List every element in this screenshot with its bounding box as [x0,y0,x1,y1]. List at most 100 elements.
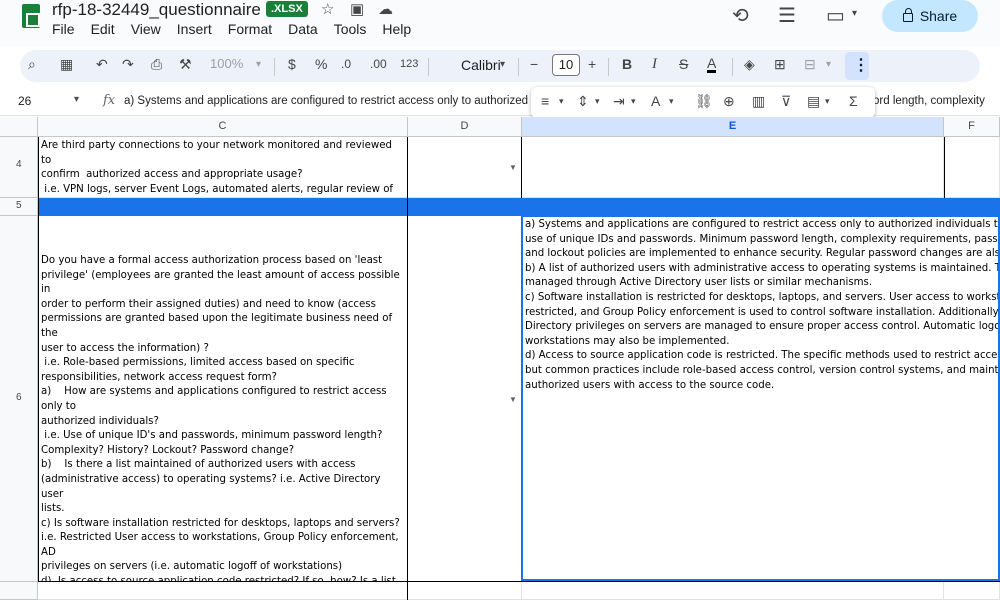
document-title[interactable]: rfp-18-32449_questionnaire [52,0,261,20]
menu-data[interactable]: Data [288,21,318,37]
column-header-d[interactable]: D [408,117,522,137]
italic-button[interactable]: I [652,56,657,73]
filter-icon[interactable]: ⊽ [781,93,791,110]
cell-border [38,581,1000,582]
print-icon[interactable]: ⎙ [151,56,162,73]
highlighted-row-5[interactable] [38,198,1000,216]
file-type-badge: .XLSX [266,1,308,17]
row-header-5[interactable]: 5 [0,198,38,216]
cell-e4[interactable] [522,137,944,198]
more-formats-button[interactable]: 123 [400,58,418,70]
cell-d7[interactable] [408,582,522,600]
dropdown-arrow-icon[interactable]: ▼ [509,395,517,404]
chevron-down-icon[interactable]: ▾ [825,96,830,107]
cell-c4[interactable]: Are third party connections to your netw… [38,137,408,198]
chevron-down-icon[interactable]: ▾ [595,96,600,107]
dropdown-arrow-icon[interactable]: ▼ [509,163,517,172]
row-header-4[interactable]: 4 [0,137,38,198]
column-header-c[interactable]: C [38,117,408,137]
cell-f4[interactable] [944,137,1000,198]
floating-toolbar: ≡ ▾ ⇕ ▾ ⇥ ▾ A ▾ ⛓ ⊕ ▥ ⊽ ▤ ▾ Σ [531,87,875,118]
comments-icon[interactable]: ☰ [778,3,796,28]
move-folder-icon[interactable]: ▣ [350,0,364,18]
sheets-logo-icon[interactable] [22,4,40,28]
row-header-7[interactable] [0,582,38,600]
functions-icon[interactable]: Σ [849,93,858,109]
font-size-input[interactable]: 10 [552,54,580,76]
main-toolbar: ⌕ ▦ ↶ ↷ ⎙ ⚒ 100% ▾ $ % .0 .00 123 Calibr… [20,50,980,82]
more-options-button[interactable] [845,52,869,80]
menu-format[interactable]: Format [228,21,272,37]
cell-d4[interactable] [408,137,522,198]
cell-c4-text: Are third party connections to your netw… [41,140,394,195]
column-header-f[interactable]: F [944,117,1000,137]
star-icon[interactable]: ☆ [321,0,334,18]
share-label: Share [919,8,958,24]
menu-tools[interactable]: Tools [334,21,367,37]
fx-icon: fx [103,93,116,108]
text-rotation-icon[interactable]: A [651,93,660,109]
currency-button[interactable]: $ [288,56,296,72]
horizontal-align-icon[interactable]: ≡ [541,93,549,109]
font-family-select[interactable]: Calibri [461,57,501,73]
vertical-align-icon[interactable]: ⇕ [577,93,589,110]
text-wrapping-icon[interactable]: ⇥ [613,93,625,110]
menu-insert[interactable]: Insert [177,21,212,37]
cloud-status-icon[interactable]: ☁ [378,0,393,18]
formula-input[interactable]: a) Systems and applications are configur… [124,95,532,107]
decrease-decimal-button[interactable]: .0 [341,57,351,71]
menu-file[interactable]: File [52,21,75,37]
menu-view[interactable]: View [131,21,161,37]
cell-f7[interactable] [944,582,1000,600]
merge-cells-icon[interactable]: ⊟ [804,56,816,73]
merge-chevron-icon[interactable]: ▾ [826,59,831,70]
zoom-select[interactable]: 100% [210,56,243,71]
font-size-decrease-button[interactable]: − [530,56,538,72]
app-header: rfp-18-32449_questionnaire .XLSX ☆ ▣ ☁ F… [0,0,1000,46]
text-color-button[interactable]: A [707,56,717,73]
chevron-down-icon[interactable]: ▾ [852,8,857,19]
chevron-down-icon[interactable]: ▾ [631,96,636,107]
paint-format-icon[interactable]: ⚒ [179,56,192,73]
cell-c6[interactable]: Do you have a formal access authorizatio… [38,216,408,582]
menu-help[interactable]: Help [382,21,411,37]
toolbar-divider [732,58,733,76]
version-history-icon[interactable]: ⟲ [732,3,749,28]
fill-color-icon[interactable]: ◈ [744,56,755,73]
insert-chart-icon[interactable]: ▥ [752,93,765,110]
filter-views-icon[interactable]: ▤ [807,93,820,110]
undo-icon[interactable]: ↶ [96,56,108,73]
toolbar-divider [274,58,275,76]
row-header-6[interactable]: 6 [0,216,38,582]
cell-c7[interactable] [38,582,408,600]
redo-icon[interactable]: ↷ [122,56,134,73]
insert-link-icon[interactable]: ⛓ [695,93,713,110]
cell-d6[interactable] [408,216,522,582]
select-all-corner[interactable] [0,117,38,137]
search-menus-icon[interactable]: ⌕ [28,56,36,73]
toolbar-divider [428,58,429,76]
font-chevron-icon[interactable]: ▾ [500,59,505,70]
borders-icon[interactable]: ⊞ [774,56,786,73]
name-box-chevron-icon[interactable]: ▾ [74,94,79,105]
cell-e7[interactable] [522,582,944,600]
chevron-down-icon[interactable]: ▾ [669,96,674,107]
increase-decimal-button[interactable]: .00 [370,57,387,71]
formula-input-overflow[interactable]: ord length, complexity [873,95,1000,107]
percent-button[interactable]: % [315,56,327,72]
meet-video-icon[interactable]: ▭ [826,3,845,28]
zoom-chevron-icon[interactable]: ▾ [256,59,261,70]
cell-border [407,137,408,600]
chevron-down-icon[interactable]: ▾ [559,96,564,107]
share-button[interactable]: Share [882,0,978,32]
font-size-increase-button[interactable]: + [588,56,596,72]
strikethrough-button[interactable]: S [679,56,688,72]
bold-button[interactable]: B [622,56,632,72]
name-box[interactable]: 26 [18,94,31,108]
calendar-icon[interactable]: ▦ [60,56,73,73]
cell-e6[interactable]: a) Systems and applications are configur… [522,216,1000,582]
cell-e6-text: a) Systems and applications are configur… [525,219,1000,391]
menu-edit[interactable]: Edit [91,21,115,37]
column-header-e[interactable]: E [522,117,944,137]
insert-comment-icon[interactable]: ⊕ [723,93,735,110]
